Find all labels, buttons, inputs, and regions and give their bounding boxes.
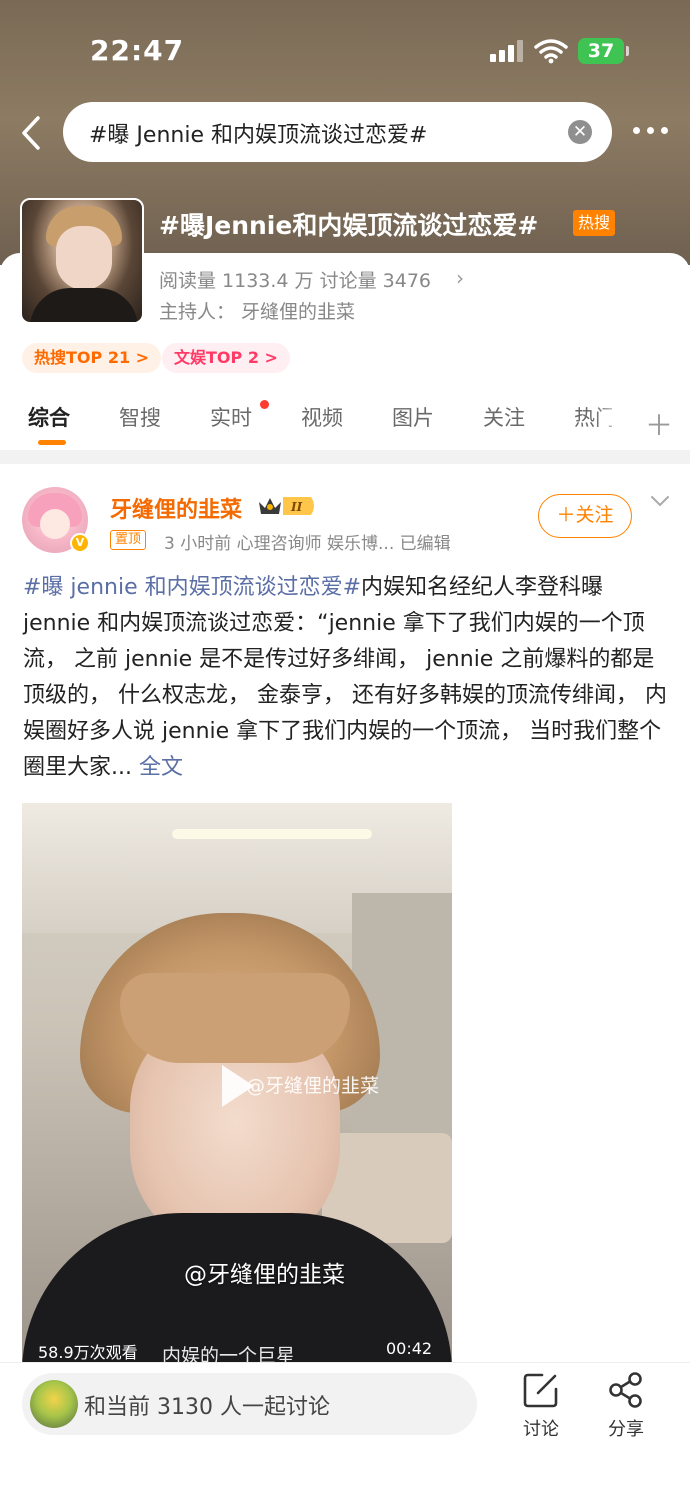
full-text-link[interactable]: 全文 xyxy=(139,755,183,780)
notification-dot xyxy=(260,400,269,409)
hashtag-link[interactable]: #曝 jennie 和内娱顶流谈过恋爱# xyxy=(23,575,361,600)
author-name[interactable]: 牙缝俚的韭菜 xyxy=(110,492,242,524)
topic-thumbnail[interactable] xyxy=(20,198,144,324)
share-button[interactable]: 分享 xyxy=(596,1371,656,1443)
search-input[interactable]: #曝 Jennie 和内娱顶流谈过恋爱# ✕ xyxy=(63,102,612,162)
post-content: 内娱知名经纪人李登科曝 jennie 和内娱顶流谈过恋爱：“jennie 拿下了… xyxy=(23,575,667,780)
hot-badge: 热搜 xyxy=(573,210,616,236)
rank-badge-hot-search[interactable]: 热搜TOP 21 > xyxy=(22,343,162,373)
post-meta: 3 小时前 心理咨询师 娱乐博... 已编辑 xyxy=(164,534,451,554)
tab-smart-search[interactable]: 智搜 xyxy=(119,402,161,432)
tab-video[interactable]: 视频 xyxy=(301,402,343,432)
signal-icon xyxy=(490,40,524,62)
tab-following[interactable]: 关注 xyxy=(483,402,525,432)
video-caption: 内娱的一个巨星 xyxy=(162,1345,296,1363)
chevron-right-icon[interactable]: › xyxy=(456,266,464,290)
tab-comprehensive[interactable]: 综合 xyxy=(28,402,70,432)
video-views: 58.9万次观看 xyxy=(38,1343,138,1362)
tab-bar: 综合 智搜 实时 视频 图片 关注 热门 xyxy=(0,392,690,448)
svg-text:II: II xyxy=(290,500,303,514)
status-time: 22:47 xyxy=(90,34,185,67)
back-icon[interactable] xyxy=(18,115,46,151)
battery-icon: 37 xyxy=(578,38,629,64)
video-watermark: @牙缝俚的韭菜 xyxy=(246,1075,380,1097)
post-text: #曝 jennie 和内娱顶流谈过恋爱#内娱知名经纪人李登科曝 jennie 和… xyxy=(23,570,668,786)
video-duration: 00:42 xyxy=(386,1339,433,1358)
discuss-label: 讨论 xyxy=(523,1419,559,1440)
tab-realtime[interactable]: 实时 xyxy=(210,402,252,432)
rank-badge-entertainment[interactable]: 文娱TOP 2 > xyxy=(162,343,290,373)
clear-icon[interactable]: ✕ xyxy=(568,120,592,144)
share-label: 分享 xyxy=(608,1419,644,1440)
search-query: #曝 Jennie 和内娱顶流谈过恋爱# xyxy=(89,123,428,148)
discussion-input[interactable]: 和当前 3130 人一起讨论 xyxy=(22,1373,477,1435)
chevron-down-icon[interactable] xyxy=(650,494,670,508)
topic-title: #曝Jennie和内娱顶流谈过恋爱# xyxy=(159,211,539,240)
video-player[interactable]: @牙缝俚的韭菜 @牙缝俚的韭菜 58.9万次观看 内娱的一个巨星 00:42 xyxy=(22,803,452,1363)
video-subtitle: @牙缝俚的韭菜 xyxy=(184,1262,345,1288)
more-icon[interactable] xyxy=(633,127,669,135)
wifi-icon xyxy=(534,39,568,64)
section-divider xyxy=(0,450,690,464)
battery-level: 37 xyxy=(587,40,615,62)
topic-stats[interactable]: 阅读量 1133.4 万 讨论量 3476 xyxy=(159,266,431,293)
discussion-placeholder: 和当前 3130 人一起讨论 xyxy=(84,1395,330,1420)
pinned-tag: 置顶 xyxy=(110,530,147,550)
topic-host: 主持人： 牙缝俚的韭菜 xyxy=(159,301,356,323)
tab-images[interactable]: 图片 xyxy=(392,402,434,432)
bottom-bar: 和当前 3130 人一起讨论 讨论 分享 xyxy=(0,1362,690,1499)
vip-crown-icon: II xyxy=(259,497,314,515)
plus-icon[interactable]: ＋ xyxy=(645,404,673,444)
tab-indicator xyxy=(38,440,66,445)
status-bar: 22:47 37 xyxy=(0,28,690,76)
user-avatar xyxy=(30,1380,78,1428)
follow-button[interactable]: ＋关注 xyxy=(538,494,632,538)
share-icon xyxy=(609,1372,642,1408)
edit-icon xyxy=(523,1373,558,1408)
verified-icon: V xyxy=(70,533,90,553)
discuss-button[interactable]: 讨论 xyxy=(511,1371,571,1443)
